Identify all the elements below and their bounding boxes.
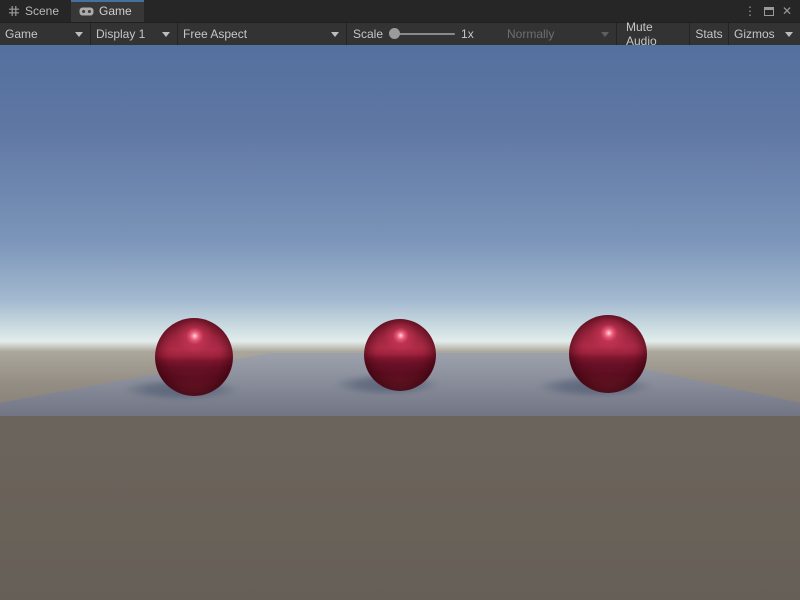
play-focus-label: Normally: [507, 27, 554, 41]
scale-slider-knob[interactable]: [389, 28, 400, 39]
red-sphere: [364, 319, 436, 391]
scale-slider[interactable]: [389, 33, 455, 35]
mute-audio-button[interactable]: Mute Audio: [617, 23, 689, 45]
maximize-icon[interactable]: [764, 7, 774, 16]
play-focus-menu[interactable]: Normally: [502, 23, 616, 45]
mute-audio-label: Mute Audio: [626, 20, 680, 48]
chevron-down-icon: [785, 32, 793, 37]
game-view-toolbar: Game Display 1 Free Aspect Scale 1x Norm…: [0, 22, 800, 45]
scale-control: Scale 1x: [347, 23, 480, 45]
stats-button[interactable]: Stats: [690, 23, 728, 45]
grid-icon: [8, 5, 20, 17]
chevron-down-icon: [331, 32, 339, 37]
unity-game-window: Scene Game ⋮ ✕ Game Display 1: [0, 0, 800, 600]
window-controls: ⋮ ✕: [742, 0, 800, 22]
red-sphere: [569, 315, 647, 393]
tab-strip: Scene Game ⋮ ✕: [0, 0, 800, 22]
display-menu-label: Display 1: [96, 27, 145, 41]
chevron-down-icon: [162, 32, 170, 37]
game-view-menu-label: Game: [5, 27, 38, 41]
kebab-menu-icon[interactable]: ⋮: [742, 4, 758, 18]
close-icon[interactable]: ✕: [780, 4, 794, 18]
gizmos-label: Gizmos: [734, 27, 775, 41]
gizmos-menu[interactable]: Gizmos: [729, 23, 800, 45]
game-viewport[interactable]: [0, 45, 800, 600]
ground-plane-near: [0, 416, 800, 600]
aspect-ratio-label: Free Aspect: [183, 27, 247, 41]
red-sphere: [155, 318, 233, 396]
stats-label: Stats: [695, 27, 722, 41]
gamepad-icon: [79, 7, 94, 16]
display-menu[interactable]: Display 1: [91, 23, 177, 45]
tab-game[interactable]: Game: [71, 0, 144, 22]
aspect-ratio-menu[interactable]: Free Aspect: [178, 23, 346, 45]
scale-label: Scale: [353, 27, 383, 41]
chevron-down-icon: [601, 32, 609, 37]
chevron-down-icon: [75, 32, 83, 37]
tab-scene-label: Scene: [25, 4, 59, 18]
tab-strip-spacer: [144, 0, 742, 22]
game-view-menu[interactable]: Game: [0, 23, 90, 45]
tab-game-label: Game: [99, 4, 132, 18]
toolbar-spacer: [480, 23, 502, 45]
scale-value: 1x: [461, 27, 474, 41]
tab-scene[interactable]: Scene: [0, 0, 71, 22]
